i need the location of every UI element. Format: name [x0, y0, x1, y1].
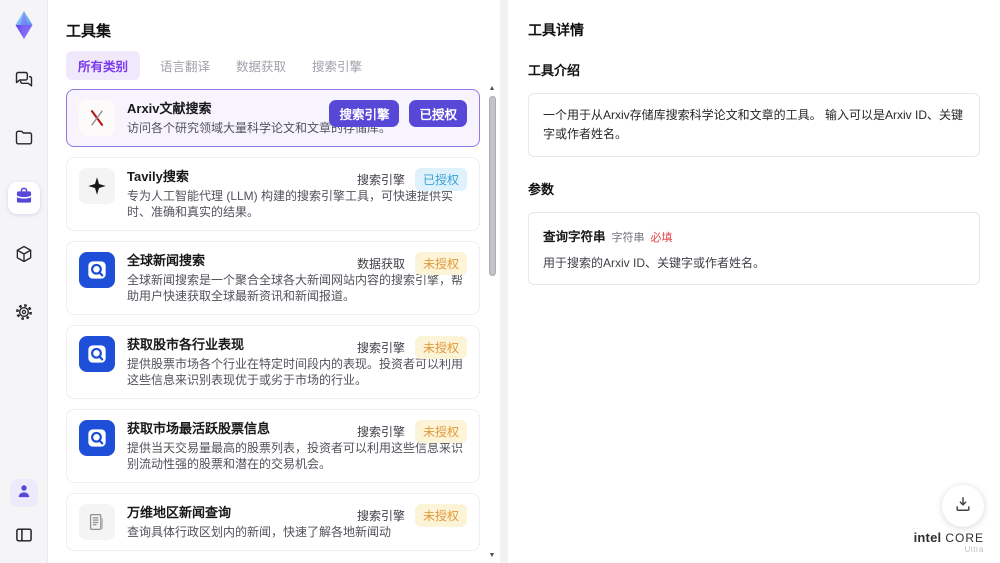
tab[interactable]: 所有类别 — [66, 50, 141, 80]
sidebar-item-chat[interactable] — [8, 66, 40, 98]
intro-heading: 工具介绍 — [528, 63, 581, 78]
left-rail — [0, 0, 48, 563]
tool-icon — [79, 420, 115, 456]
newspaper-icon — [89, 514, 103, 530]
tool-card[interactable]: 获取市场最活跃股票信息 提供当天交易量最高的股票列表，投资者可以利用这些信息来识… — [66, 409, 480, 483]
tool-icon — [79, 336, 115, 372]
search-news-icon — [88, 261, 106, 279]
user-avatar[interactable] — [9, 479, 38, 507]
tool-category-badge: 搜索引擎 — [356, 509, 405, 523]
param-description: 用于搜索的Arxiv ID、关键字或作者姓名。 — [543, 256, 766, 271]
param-name: 查询字符串 — [543, 230, 606, 245]
tab[interactable]: 语言翻译 — [154, 51, 216, 80]
download-icon — [953, 494, 973, 519]
scroll-thumb[interactable] — [489, 96, 496, 276]
user-icon — [15, 482, 33, 505]
tool-category-badge: 搜索引擎 — [329, 100, 400, 127]
star-icon — [88, 177, 106, 195]
tool-auth-badge: 已授权 — [414, 168, 467, 191]
details-panel: 工具详情 工具介绍 一个用于从Arxiv存储库搜索科学论文和文章的工具。 输入可… — [508, 0, 1000, 563]
params-heading: 参数 — [528, 182, 555, 198]
panel-divider — [500, 0, 508, 563]
tool-description: 全球新闻搜索是一个聚合全球各大新闻网站内容的搜索引擎，帮助用户快速获取全球最新资… — [127, 273, 464, 303]
app-logo-icon — [7, 8, 41, 42]
toolbox-panel: 工具集 所有类别 语言翻译 数据获取 搜索引擎 Arxiv文献搜索 访问各个研究领域大… — [48, 0, 500, 563]
tool-auth-badge: 未授权 — [414, 252, 467, 275]
page-title: 工具集 — [66, 23, 112, 40]
tool-category-badge: 数据获取 — [356, 257, 405, 271]
sidebar-item-files[interactable] — [8, 124, 40, 156]
gear-icon — [14, 302, 34, 327]
tool-auth-badge: 未授权 — [414, 336, 467, 359]
tool-description: 专为人工智能代理 (LLM) 构建的搜索引擎工具，可快速提供实时、准确和真实的结… — [127, 189, 454, 219]
tool-icon — [79, 504, 115, 540]
panel-toggle-icon — [14, 525, 34, 550]
tool-category-badge: 搜索引擎 — [356, 341, 405, 355]
tool-category-badge: 搜索引擎 — [356, 173, 405, 187]
cube-icon — [14, 244, 34, 269]
tool-auth-badge: 未授权 — [414, 420, 467, 443]
param-box: 查询字符串 字符串 必填 用于搜索的Arxiv ID、关键字或作者姓名。 — [528, 212, 980, 286]
details-title: 工具详情 — [528, 22, 584, 38]
tool-card[interactable]: Tavily搜索 专为人工智能代理 (LLM) 构建的搜索引擎工具，可快速提供实… — [66, 157, 480, 231]
chat-icon — [14, 70, 34, 95]
folder-icon — [14, 128, 34, 153]
tool-auth-badge: 未授权 — [414, 504, 467, 527]
download-button[interactable] — [942, 485, 984, 527]
tool-icon — [79, 252, 115, 288]
scroll-down-icon[interactable]: ▼ — [486, 551, 498, 561]
tool-description: 提供股票市场各个行业在特定时间段内的表现。投资者可以利用这些信息来识别表现优于或… — [127, 357, 464, 387]
sidebar-item-tools[interactable] — [7, 182, 40, 214]
scroll-up-icon[interactable]: ▲ — [486, 84, 498, 94]
tool-card[interactable]: 获取股市各行业表现 提供股票市场各个行业在特定时间段内的表现。投资者可以利用这些… — [66, 325, 480, 399]
param-type: 字符串 — [611, 232, 645, 245]
intro-box: 一个用于从Arxiv存储库搜索科学论文和文章的工具。 输入可以是Arxiv ID… — [528, 93, 980, 158]
tool-description: 提供当天交易量最高的股票列表，投资者可以利用这些信息来识别流动性强的股票和潜在的… — [127, 441, 464, 471]
scrollbar[interactable]: ▲ ▼ — [486, 84, 498, 561]
sidebar-item-settings[interactable] — [8, 298, 40, 330]
panel-toggle-button[interactable] — [8, 521, 40, 553]
tool-category-badge: 搜索引擎 — [356, 425, 405, 439]
tab[interactable]: 数据获取 — [230, 51, 292, 80]
brand-word-core: core — [945, 530, 984, 545]
category-tabs: 所有类别 语言翻译 数据获取 搜索引擎 — [66, 50, 500, 80]
search-news-icon — [88, 429, 106, 447]
tool-card[interactable]: Arxiv文献搜索 访问各个研究领域大量科学论文和文章的存储库。 搜索引擎 已授… — [66, 89, 480, 147]
tool-icon — [79, 168, 115, 204]
param-required-badge: 必填 — [650, 232, 673, 245]
intro-text: 一个用于从Arxiv存储库搜索科学论文和文章的工具。 输入可以是Arxiv ID… — [543, 108, 964, 142]
search-news-icon — [88, 345, 106, 363]
brand-suffix: Ultra — [964, 545, 984, 555]
tab[interactable]: 搜索引擎 — [306, 51, 368, 80]
tool-auth-badge: 已授权 — [409, 100, 467, 127]
tool-icon — [79, 100, 115, 136]
briefcase-icon — [14, 186, 34, 211]
tool-card[interactable]: 全球新闻搜索 全球新闻搜索是一个聚合全球各大新闻网站内容的搜索引擎，帮助用户快速… — [66, 241, 480, 315]
intel-core-logo: intel core Ultra — [914, 529, 984, 555]
brand-word-intel: intel — [913, 529, 942, 545]
arxiv-icon — [90, 110, 104, 126]
tool-card[interactable]: 万维地区新闻查询 查询具体行政区划内的新闻，快速了解各地新闻动 搜索引擎 未授权 — [66, 493, 480, 551]
tool-list: Arxiv文献搜索 访问各个研究领域大量科学论文和文章的存储库。 搜索引擎 已授… — [66, 89, 500, 563]
sidebar-item-packages[interactable] — [8, 240, 40, 272]
